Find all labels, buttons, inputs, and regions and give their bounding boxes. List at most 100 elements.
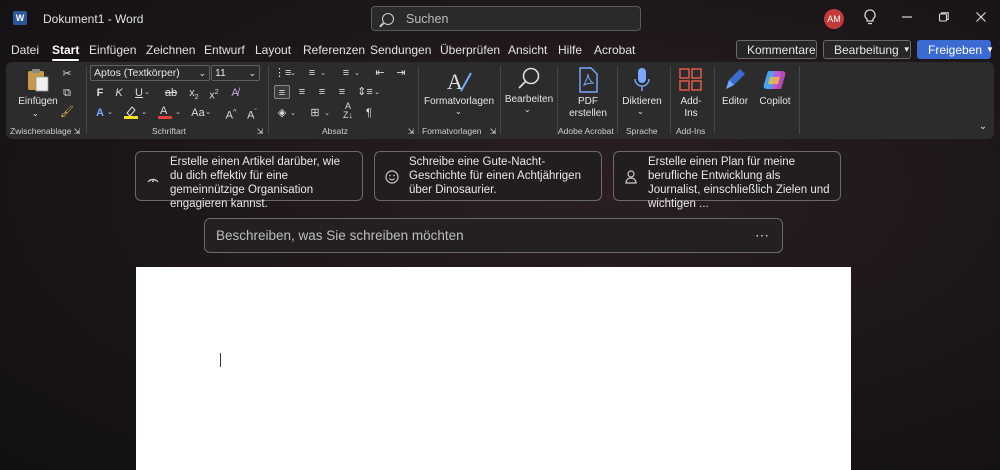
grow-font-icon[interactable]: A^ <box>223 106 239 122</box>
line-spacing-icon[interactable]: ⇕≡ <box>357 85 373 99</box>
font-size-select[interactable]: 11 ⌄ <box>211 65 260 81</box>
dialog-launcher-icon[interactable]: ⇲ <box>255 125 265 139</box>
chevron-down-icon[interactable]: ⌄ <box>140 106 148 120</box>
separator <box>86 66 87 134</box>
add-ins-button[interactable]: Add- Ins <box>674 65 708 121</box>
dialog-launcher-icon[interactable]: ⇲ <box>488 125 498 139</box>
highlight-icon[interactable] <box>123 105 139 119</box>
subscript-icon[interactable]: x2 <box>186 86 202 101</box>
lightbulb-icon[interactable] <box>861 9 879 28</box>
paragraph-group-label: Absatz <box>322 126 348 136</box>
add-ins-label-line1: Add- <box>680 96 702 107</box>
clear-formatting-icon[interactable]: A̸ <box>227 86 243 100</box>
signal-icon <box>146 170 160 184</box>
cut-icon[interactable]: ✂ <box>59 67 75 81</box>
tab-hilfe[interactable]: Hilfe <box>558 43 582 57</box>
prompt-card[interactable]: Erstelle einen Plan für meine berufliche… <box>613 151 841 210</box>
bullets-icon[interactable]: ⋮≡ <box>274 66 291 80</box>
separator <box>799 66 800 134</box>
document-page[interactable] <box>136 267 851 470</box>
create-pdf-label-line2: erstellen <box>569 108 607 119</box>
prompt-card[interactable]: Schreibe eine Gute-Nacht-Geschichte für … <box>374 151 602 201</box>
sort-icon[interactable]: A Z↓ <box>340 102 356 122</box>
styles-button[interactable]: A Formatvorlagen ⌄ <box>422 65 496 121</box>
create-pdf-button[interactable]: PDF erstellen <box>562 65 614 121</box>
copy-icon[interactable]: ⧉ <box>59 86 75 100</box>
tab-sendungen[interactable]: Sendungen <box>370 43 431 57</box>
strikethrough-icon[interactable]: ab <box>163 86 179 100</box>
comments-label: Kommentare <box>747 42 816 57</box>
font-name-value: Aptos (Textkörper) <box>94 67 180 79</box>
borders-icon[interactable]: ⊞ <box>307 106 323 120</box>
multilevel-list-icon[interactable]: ≡ <box>338 66 354 80</box>
dialog-launcher-icon[interactable]: ⇲ <box>72 125 82 139</box>
dictate-button[interactable]: Diktieren ⌄ <box>621 65 663 121</box>
shading-icon[interactable]: ◈ <box>274 106 290 120</box>
restore-icon[interactable] <box>935 10 953 26</box>
format-painter-icon[interactable]: 🖌 <box>59 105 75 119</box>
more-options-icon[interactable]: ⋯ <box>755 227 770 244</box>
tab-ansicht[interactable]: Ansicht <box>508 43 547 57</box>
chevron-down-icon: ⌄ <box>198 68 206 78</box>
editor-button[interactable]: Editor <box>718 65 752 121</box>
chevron-down-icon[interactable]: ⌄ <box>289 67 297 81</box>
font-name-select[interactable]: Aptos (Textkörper) ⌄ <box>90 65 210 81</box>
editor-label: Editor <box>721 96 749 107</box>
copilot-label: Copilot <box>759 96 791 107</box>
tab-zeichnen[interactable]: Zeichnen <box>146 43 195 57</box>
paste-button[interactable]: Einfügen ⌄ <box>18 65 58 119</box>
superscript-icon[interactable]: x2 <box>206 86 222 102</box>
pilcrow-icon[interactable]: ¶ <box>361 106 377 120</box>
tab-layout[interactable]: Layout <box>255 43 291 57</box>
chevron-down-icon[interactable]: ⌄ <box>204 106 212 120</box>
bold-icon[interactable]: F <box>92 86 108 100</box>
tab-datei[interactable]: Datei <box>11 43 39 57</box>
align-right-icon[interactable]: ≡ <box>314 85 330 99</box>
increase-indent-icon[interactable]: ⇥ <box>393 66 409 80</box>
numbering-icon[interactable]: ≡ <box>304 66 320 80</box>
svg-text:A: A <box>160 105 168 117</box>
tab-acrobat[interactable]: Acrobat <box>594 43 635 57</box>
editing-mode-button[interactable]: Bearbeitung ▼ <box>823 40 911 59</box>
chevron-down-icon[interactable]: ⌄ <box>319 67 327 81</box>
minimize-icon[interactable] <box>898 10 916 26</box>
chevron-down-icon[interactable]: ⌄ <box>143 86 151 100</box>
add-ins-icon <box>679 68 702 91</box>
copilot-button[interactable]: Copilot <box>755 65 795 121</box>
decrease-indent-icon[interactable]: ⇤ <box>372 66 388 80</box>
editing-button[interactable]: Bearbeiten ⌄ <box>504 65 554 121</box>
shrink-font-icon[interactable]: Aˇ <box>244 106 260 122</box>
chevron-down-icon[interactable]: ⌄ <box>373 86 381 100</box>
tab-referenzen[interactable]: Referenzen <box>303 43 365 57</box>
search-box[interactable]: Suchen <box>371 6 641 31</box>
tab-entwurf[interactable]: Entwurf <box>204 43 245 57</box>
chevron-down-icon[interactable]: ⌄ <box>323 107 331 121</box>
share-button[interactable]: Freigeben ▼ <box>917 40 994 59</box>
tab-ueberpruefen[interactable]: Überprüfen <box>440 43 500 57</box>
separator <box>268 66 269 134</box>
smiley-icon <box>385 170 399 184</box>
search-placeholder: Suchen <box>406 11 449 26</box>
font-color-icon[interactable]: A <box>157 104 173 119</box>
tab-einfuegen[interactable]: Einfügen <box>89 43 136 57</box>
dialog-launcher-icon[interactable]: ⇲ <box>406 125 416 139</box>
chevron-down-icon: ⌄ <box>455 107 462 116</box>
chevron-down-icon[interactable]: ⌄ <box>106 106 114 120</box>
chevron-down-icon: ⌄ <box>248 68 256 78</box>
ribbon-expand-chevron-icon[interactable]: ⌄ <box>975 120 991 134</box>
justify-icon[interactable]: ≡ <box>334 85 350 99</box>
align-left-icon[interactable]: ≡ <box>274 85 290 99</box>
add-ins-label-line2: Ins <box>684 108 698 119</box>
chevron-down-icon[interactable]: ⌄ <box>174 106 182 120</box>
close-icon[interactable] <box>972 10 990 26</box>
align-center-icon[interactable]: ≡ <box>294 85 310 99</box>
comments-button[interactable]: Kommentare <box>736 40 817 59</box>
chevron-down-icon[interactable]: ⌄ <box>289 107 297 121</box>
tab-start[interactable]: Start <box>52 43 80 61</box>
prompt-card[interactable]: Erstelle einen Artikel darüber, wie du d… <box>135 151 363 210</box>
chevron-down-icon[interactable]: ⌄ <box>353 67 361 81</box>
copilot-prompt-input[interactable]: Beschreiben, was Sie schreiben möchten ⋯ <box>204 218 783 253</box>
italic-icon[interactable]: K <box>111 86 127 100</box>
avatar[interactable]: AM <box>824 9 844 29</box>
magnifier-icon <box>518 67 540 89</box>
